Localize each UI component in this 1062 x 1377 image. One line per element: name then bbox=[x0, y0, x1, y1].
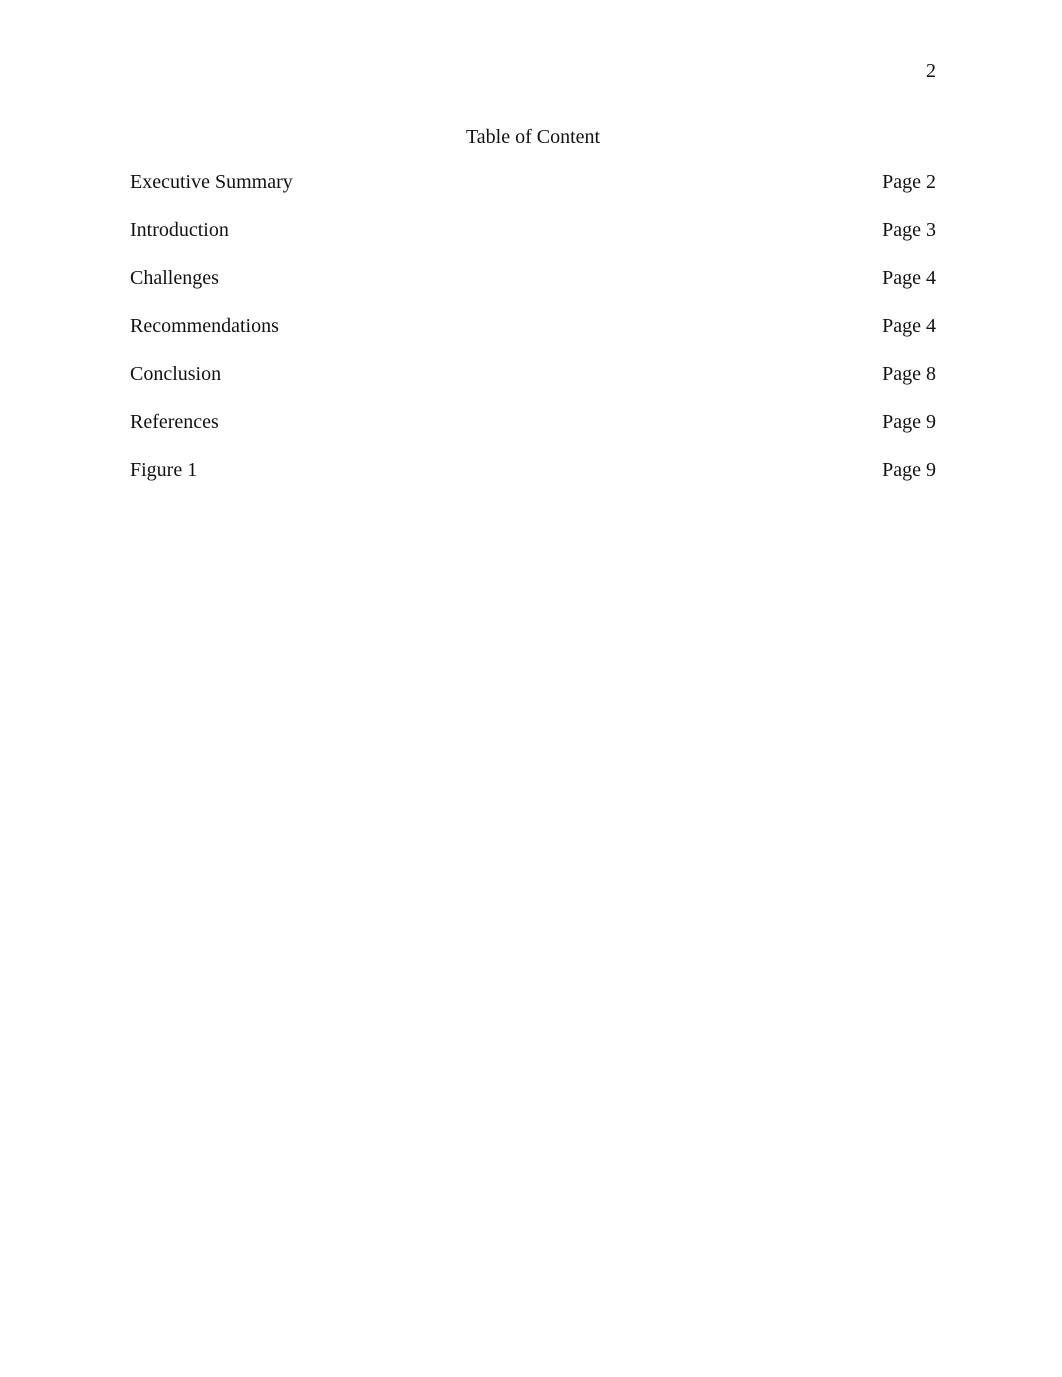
toc-entry-label: Conclusion bbox=[130, 363, 222, 385]
toc-entry-page: Page 4 bbox=[882, 267, 936, 289]
toc-entry-label: References bbox=[130, 411, 219, 433]
toc-entry-page: Page 2 bbox=[882, 171, 936, 193]
table-of-contents: Table of Content Executive Summary Page … bbox=[130, 123, 936, 504]
toc-entry-executive-summary[interactable]: Executive Summary Page 2 bbox=[130, 168, 936, 216]
toc-entry-label: Introduction bbox=[130, 219, 229, 241]
toc-entry-references[interactable]: References Page 9 bbox=[130, 408, 936, 456]
page-title: Table of Content bbox=[465, 126, 601, 148]
toc-entry-page: Page 3 bbox=[882, 219, 936, 241]
toc-entry-page: Page 9 bbox=[882, 411, 936, 433]
toc-entry-label: Figure 1 bbox=[130, 459, 198, 481]
toc-entry-recommendations[interactable]: Recommendations Page 4 bbox=[130, 312, 936, 360]
toc-entry-figure-1[interactable]: Figure 1 Page 9 bbox=[130, 456, 936, 504]
toc-entry-label: Recommendations bbox=[130, 315, 279, 337]
document-page: 2 Table of Content Executive Summary Pag… bbox=[0, 0, 1062, 1377]
toc-entry-page: Page 4 bbox=[882, 315, 936, 337]
header-page-number: 2 bbox=[926, 60, 936, 82]
toc-entry-page: Page 8 bbox=[882, 363, 936, 385]
toc-entry-page: Page 9 bbox=[882, 459, 936, 481]
toc-entry-challenges[interactable]: Challenges Page 4 bbox=[130, 264, 936, 312]
toc-entry-introduction[interactable]: Introduction Page 3 bbox=[130, 216, 936, 264]
toc-entry-list: Executive Summary Page 2 Introduction Pa… bbox=[130, 168, 936, 504]
toc-entry-label: Executive Summary bbox=[130, 171, 293, 193]
toc-entry-conclusion[interactable]: Conclusion Page 8 bbox=[130, 360, 936, 408]
toc-entry-label: Challenges bbox=[130, 267, 219, 289]
